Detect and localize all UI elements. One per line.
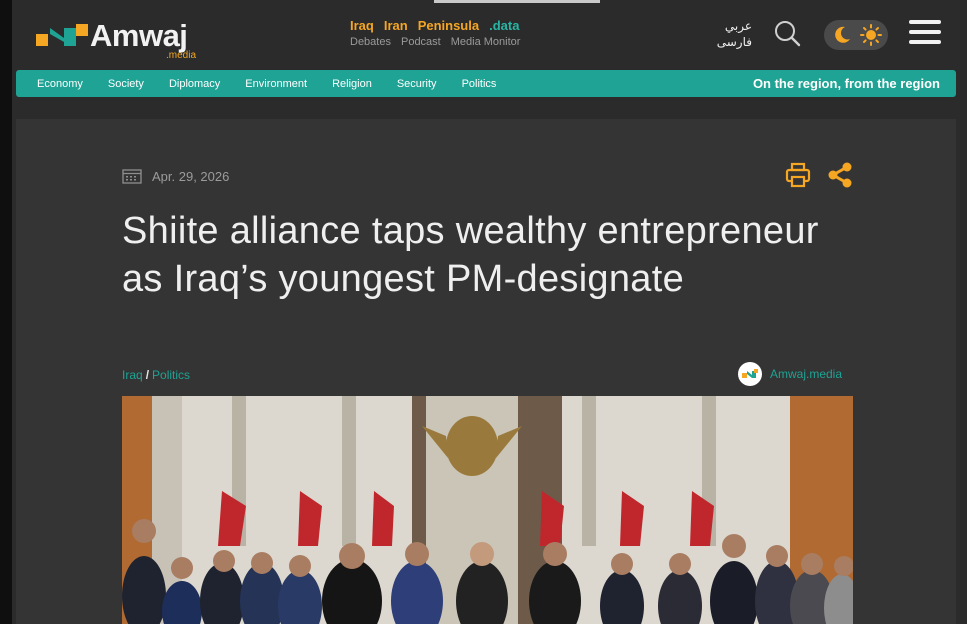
print-icon[interactable] bbox=[784, 161, 812, 189]
spacer bbox=[16, 97, 956, 119]
window-edge bbox=[0, 0, 12, 624]
breadcrumb-politics[interactable]: Politics bbox=[152, 368, 190, 382]
nav-item-diplomacy[interactable]: Diplomacy bbox=[169, 78, 220, 90]
section-link-media-monitor[interactable]: Media Monitor bbox=[451, 36, 521, 48]
article-photo bbox=[122, 396, 853, 624]
article-title: Shiite alliance taps wealthy entrepreneu… bbox=[122, 210, 819, 300]
site-tagline: On the region, from the region bbox=[752, 76, 940, 91]
article-source[interactable]: Amwaj.media bbox=[738, 362, 842, 386]
logo-subtext: .media bbox=[166, 50, 197, 61]
section-link-iraq[interactable]: Iraq bbox=[350, 18, 374, 33]
menu-bar bbox=[909, 30, 941, 34]
nav-item-religion[interactable]: Religion bbox=[332, 78, 372, 90]
article-date: Apr. 29, 2026 bbox=[152, 168, 230, 184]
moon-icon bbox=[835, 26, 850, 43]
logo-text: Amwaj bbox=[90, 18, 188, 53]
breadcrumb: Iraq / Politics bbox=[122, 368, 190, 382]
source-name: Amwaj.media bbox=[770, 367, 843, 381]
nav-item-society[interactable]: Society bbox=[108, 78, 144, 90]
sun-icon bbox=[860, 24, 882, 46]
site-logo[interactable]: Amwaj .media bbox=[36, 16, 226, 62]
menu-bar bbox=[909, 20, 941, 24]
theme-toggle[interactable] bbox=[824, 20, 888, 50]
section-link-debates[interactable]: Debates bbox=[350, 36, 391, 48]
category-list: Economy Society Diplomacy Environment Re… bbox=[37, 70, 496, 97]
logo-mark-icon bbox=[36, 24, 88, 46]
calendar-icon bbox=[122, 169, 142, 184]
breadcrumb-separator: / bbox=[145, 368, 150, 382]
section-link-podcast[interactable]: Podcast bbox=[401, 36, 441, 48]
share-icon[interactable] bbox=[826, 161, 854, 189]
article-card: Apr. 29, 2026 Shiite alliance taps wealt… bbox=[16, 119, 956, 624]
nav-item-politics[interactable]: Politics bbox=[462, 78, 497, 90]
menu-bar bbox=[909, 40, 941, 44]
search-icon[interactable] bbox=[772, 18, 802, 48]
language-persian[interactable]: فارسی bbox=[712, 34, 752, 50]
category-nav: Economy Society Diplomacy Environment Re… bbox=[16, 70, 956, 97]
top-accent-bar bbox=[434, 0, 600, 3]
nav-item-economy[interactable]: Economy bbox=[37, 78, 83, 90]
primary-sections: Iraq Iran Peninsula .data bbox=[350, 18, 590, 33]
language-switcher: عربي فارسی bbox=[712, 18, 752, 50]
secondary-sections: Debates Podcast Media Monitor bbox=[350, 36, 590, 48]
article-date-row: Apr. 29, 2026 bbox=[122, 167, 229, 185]
nav-item-environment[interactable]: Environment bbox=[245, 78, 307, 90]
nav-item-security[interactable]: Security bbox=[397, 78, 437, 90]
section-link-peninsula[interactable]: Peninsula bbox=[418, 18, 479, 33]
section-links: Iraq Iran Peninsula .data Debates Podcas… bbox=[350, 18, 590, 58]
source-logo-icon bbox=[738, 362, 762, 386]
section-link-data[interactable]: .data bbox=[489, 18, 519, 33]
language-arabic[interactable]: عربي bbox=[712, 18, 752, 34]
section-link-iran[interactable]: Iran bbox=[384, 18, 408, 33]
site-header: Amwaj .media Iraq Iran Peninsula .data D… bbox=[16, 6, 956, 70]
article-actions bbox=[784, 161, 854, 189]
hamburger-menu-icon[interactable] bbox=[909, 20, 941, 48]
breadcrumb-iraq[interactable]: Iraq bbox=[122, 368, 143, 382]
page: Amwaj .media Iraq Iran Peninsula .data D… bbox=[0, 0, 967, 624]
